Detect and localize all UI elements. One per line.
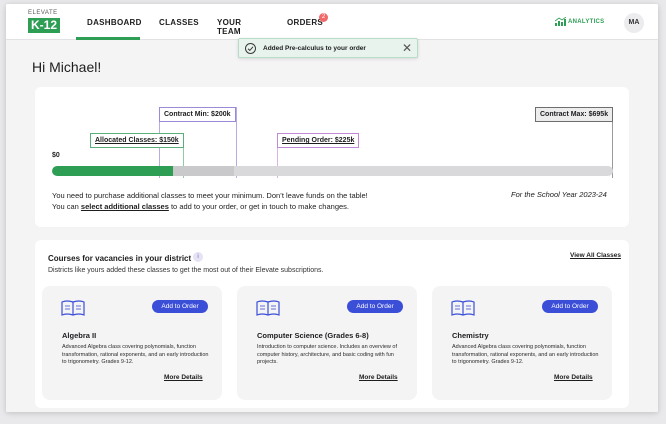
contract-max-label: Contract Max: $695k (535, 107, 614, 122)
nav-orders[interactable]: ORDERS (287, 18, 323, 27)
course-description: Advanced Algebra class covering polynomi… (62, 344, 209, 365)
contract-message-line1: You need to purchase additional classes … (52, 191, 368, 200)
nav-dashboard[interactable]: DASHBOARD (87, 18, 142, 27)
line2-suffix: to add to your order, or get in touch to… (168, 202, 350, 211)
logo-wordmark: ELEVATE (28, 10, 58, 16)
spend-progress-track (52, 166, 613, 176)
line2-prefix: You can (52, 202, 81, 211)
course-card: Add to Order Algebra II Advanced Algebra… (42, 286, 222, 400)
courses-subtitle: Districts like yours added these classes… (48, 267, 324, 274)
course-name: Algebra II (62, 331, 97, 340)
app-window: ELEVATE K-12 DASHBOARD CLASSES YOUR TEAM… (6, 4, 658, 412)
open-book-icon (256, 300, 280, 316)
page-greeting: Hi Michael! (32, 59, 102, 75)
course-name: Chemistry (452, 331, 489, 340)
course-card: Add to Order Computer Science (Grades 6-… (237, 286, 417, 400)
analytics-label: ANALYTICS (568, 19, 605, 25)
select-additional-classes-link[interactable]: select additional classes (81, 202, 169, 211)
course-card: Add to Order Chemistry Advanced Algebra … (432, 286, 612, 400)
open-book-icon (61, 300, 85, 316)
success-toast: Added Pre-calculus to your order ✕ (238, 38, 418, 58)
top-navigation-bar: ELEVATE K-12 DASHBOARD CLASSES YOUR TEAM… (6, 4, 658, 40)
view-all-classes-link[interactable]: View All Classes (570, 252, 621, 259)
zero-label: $0 (52, 152, 60, 159)
contract-message-line2: You can select additional classes to add… (52, 201, 368, 212)
contract-message: You need to purchase additional classes … (52, 190, 368, 212)
contract-min-label: Contract Min: $200k (159, 107, 236, 122)
nav-your-team[interactable]: YOUR TEAM (217, 18, 241, 36)
info-icon[interactable]: i (193, 252, 203, 262)
school-year-note: For the School Year 2023-24 (511, 190, 607, 199)
logo-badge: K-12 (28, 18, 60, 33)
course-name: Computer Science (Grades 6-8) (257, 331, 369, 340)
analytics-link[interactable]: ANALYTICS (555, 17, 605, 26)
course-description: Introduction to computer science. Includ… (257, 344, 398, 365)
toast-message: Added Pre-calculus to your order (263, 45, 366, 52)
courses-title: Courses for vacancies in your district (48, 254, 192, 263)
course-description: Advanced Algebra class covering polynomi… (452, 344, 599, 365)
elevate-logo[interactable]: ELEVATE K-12 (28, 10, 60, 36)
pending-order-label[interactable]: Pending Order: $225k (277, 133, 360, 148)
more-details-link[interactable]: More Details (164, 374, 203, 381)
add-to-order-button[interactable]: Add to Order (347, 300, 403, 313)
contract-progress-card: Contract Min: $200k Contract Max: $695k … (35, 87, 629, 227)
add-to-order-button[interactable]: Add to Order (542, 300, 598, 313)
check-circle-icon (245, 43, 256, 54)
nav-classes[interactable]: CLASSES (159, 18, 199, 27)
open-book-icon (451, 300, 475, 316)
active-tab-indicator (76, 37, 140, 40)
orders-count-badge: 2 (319, 13, 328, 22)
course-recommendations-card: Courses for vacancies in your district i… (35, 240, 629, 408)
close-icon[interactable]: ✕ (402, 42, 412, 54)
more-details-link[interactable]: More Details (554, 374, 593, 381)
user-avatar[interactable]: MA (624, 13, 644, 33)
more-details-link[interactable]: More Details (359, 374, 398, 381)
allocated-classes-label[interactable]: Allocated Classes: $150k (90, 133, 184, 148)
allocated-progress-fill (52, 166, 173, 176)
chart-icon (555, 17, 566, 26)
add-to-order-button[interactable]: Add to Order (152, 300, 208, 313)
